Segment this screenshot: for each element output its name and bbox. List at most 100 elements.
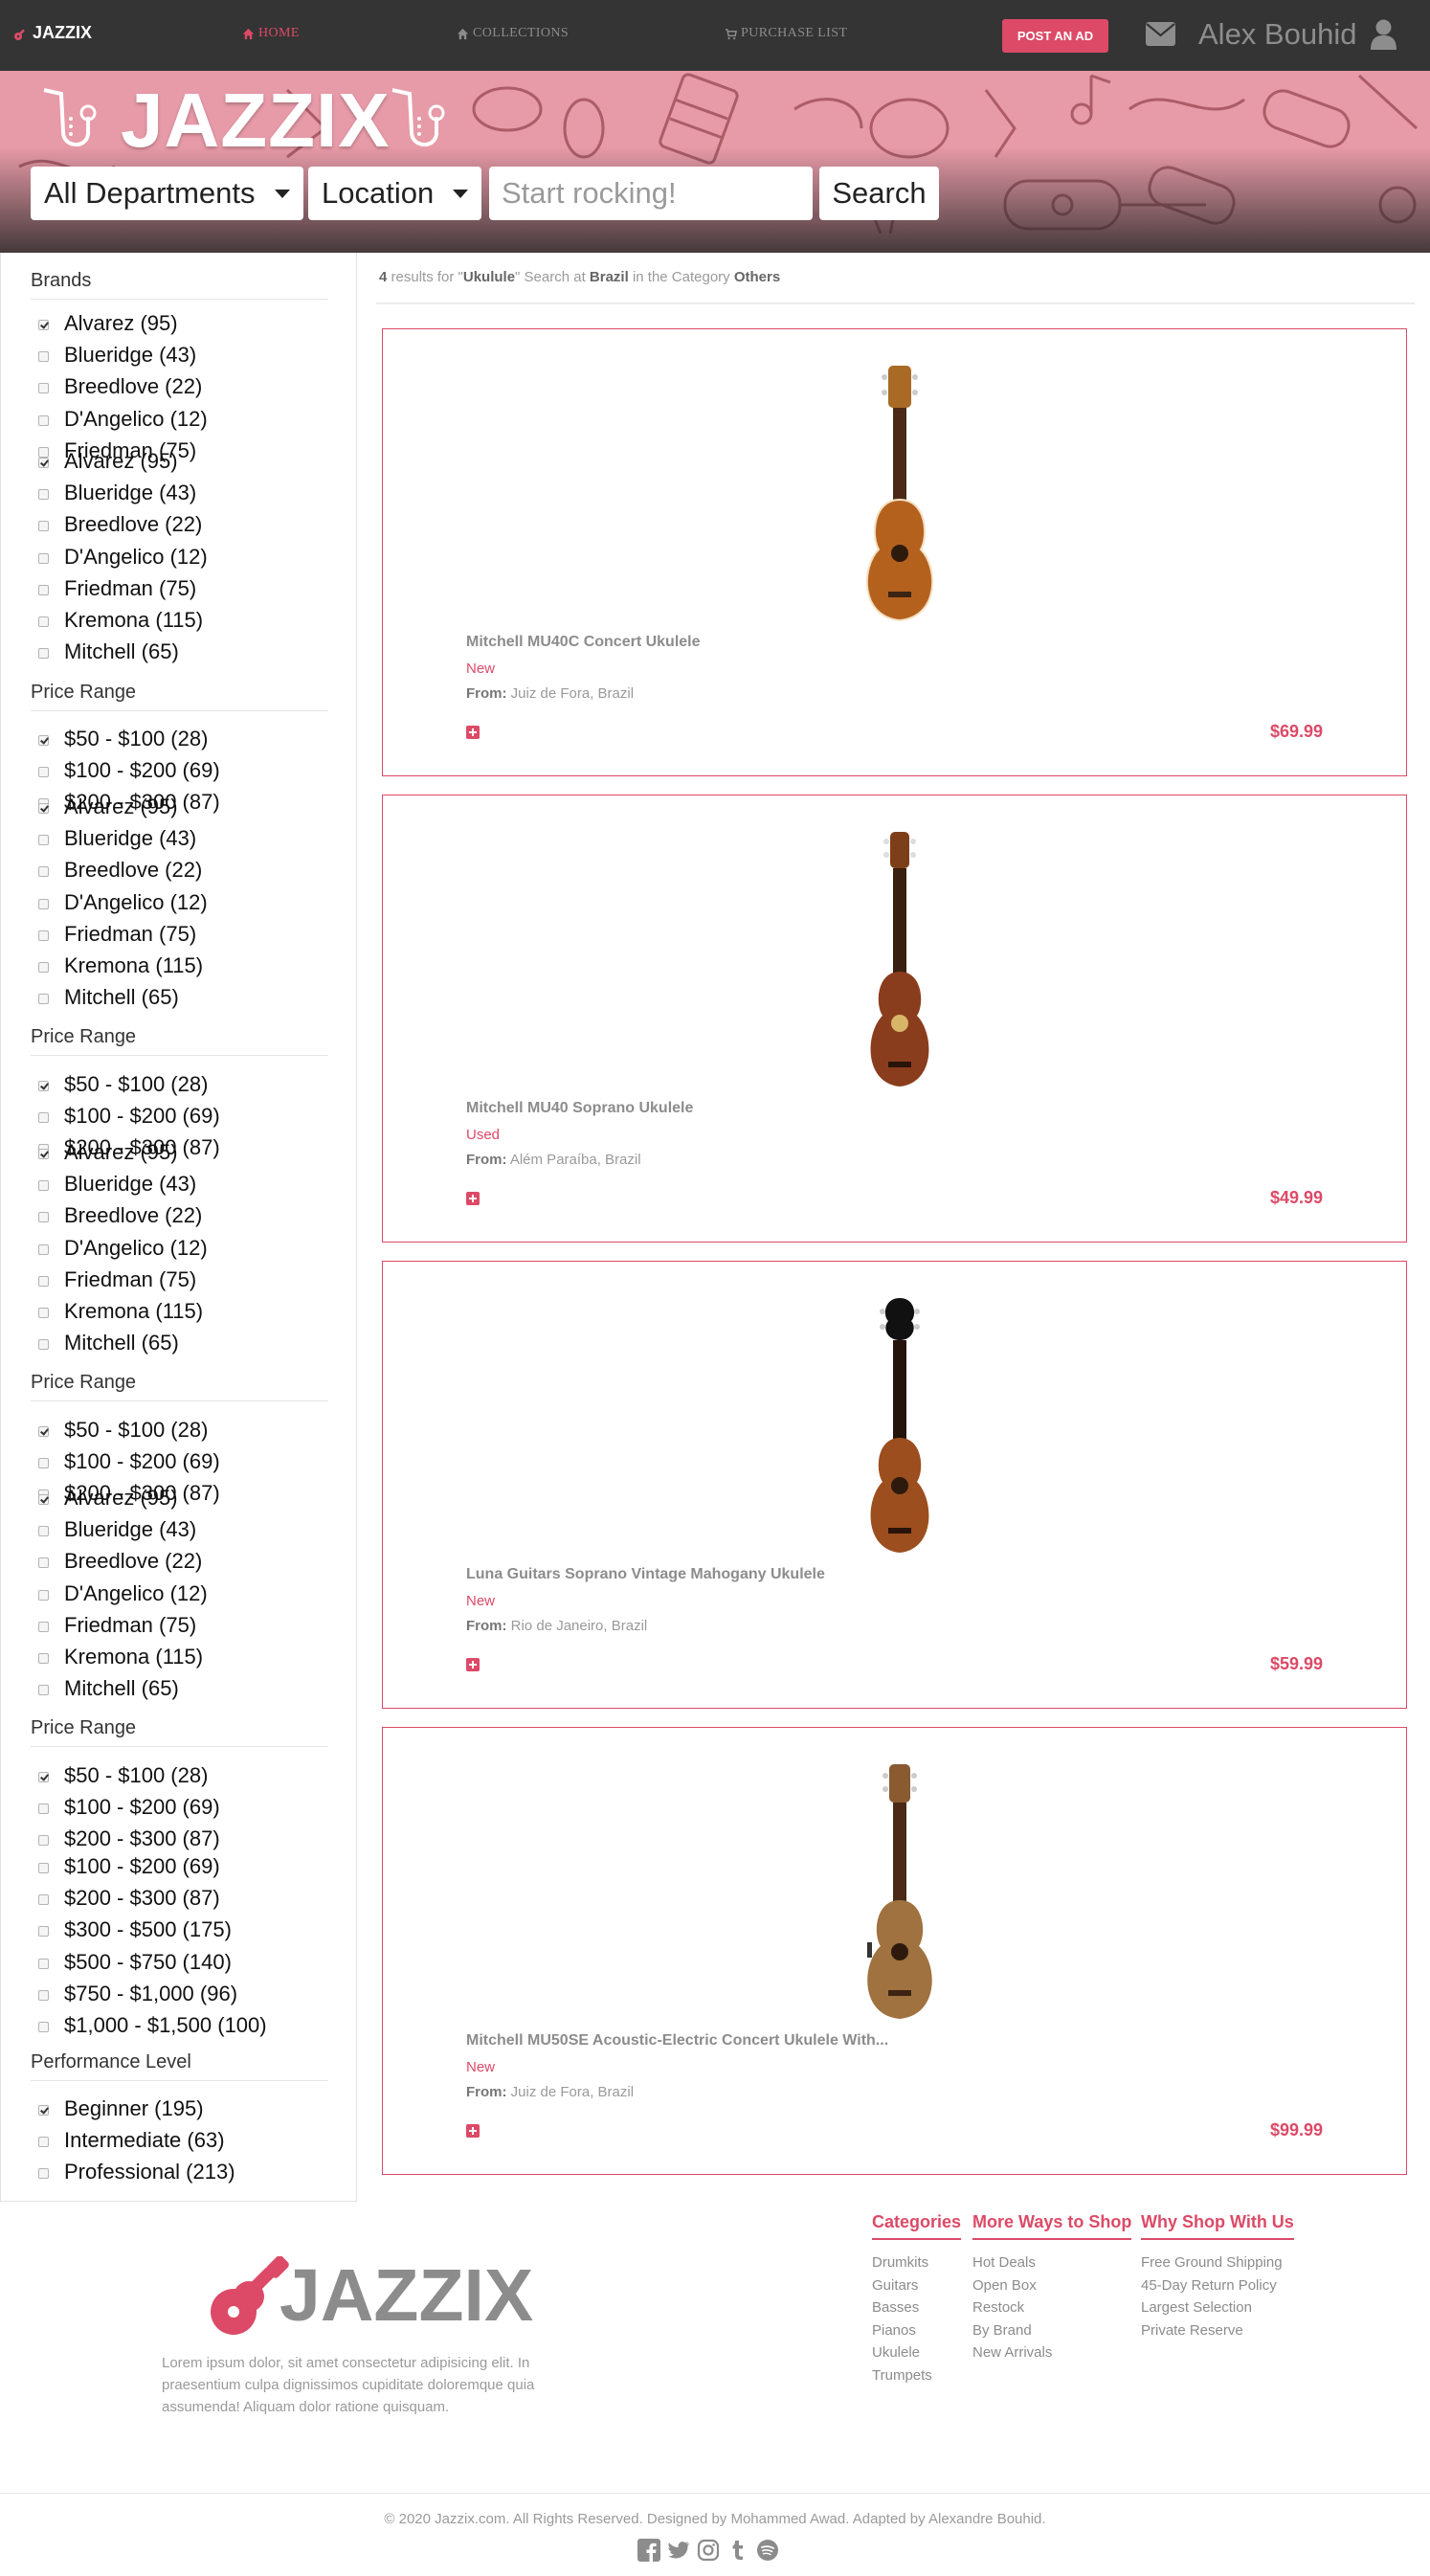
filter-checkbox[interactable]	[38, 1958, 49, 1969]
filter-checkbox[interactable]	[38, 2168, 49, 2180]
product-image[interactable]	[833, 366, 976, 643]
filter-checkbox[interactable]	[38, 803, 49, 814]
filter-option[interactable]: Alvarez (95)	[64, 795, 178, 819]
filter-checkbox[interactable]	[38, 1243, 49, 1255]
filter-option[interactable]: Blueridge (43)	[64, 1172, 196, 1197]
filter-option[interactable]: $750 - $1,000 (96)	[64, 1982, 237, 2006]
filter-checkbox[interactable]	[38, 2022, 49, 2032]
add-to-list-icon[interactable]	[466, 1658, 480, 1671]
filter-option[interactable]: Intermediate (63)	[64, 2128, 225, 2153]
filter-option[interactable]: $100 - $200 (69)	[64, 758, 220, 783]
footer-link[interactable]: Free Ground Shipping	[1141, 2251, 1294, 2274]
filter-option[interactable]: Breedlove (22)	[64, 858, 202, 883]
filter-checkbox[interactable]	[38, 2105, 49, 2116]
filter-option[interactable]: Alvarez (95)	[64, 1486, 178, 1511]
filter-option[interactable]: Friedman (75)	[64, 576, 196, 601]
filter-option[interactable]: Blueridge (43)	[64, 1517, 196, 1542]
filter-option[interactable]: Beginner (195)	[64, 2096, 204, 2121]
filter-option[interactable]: $100 - $200 (69)	[64, 1104, 220, 1129]
filter-option[interactable]: Kremona (115)	[64, 1299, 203, 1324]
department-dropdown[interactable]: All Departments	[31, 167, 303, 220]
filter-option[interactable]: $1,000 - $1,500 (100)	[64, 2013, 267, 2038]
filter-option[interactable]: Friedman (75)	[64, 1613, 196, 1638]
filter-option[interactable]: D'Angelico (12)	[64, 407, 208, 432]
filter-checkbox[interactable]	[38, 1149, 49, 1159]
filter-checkbox[interactable]	[38, 994, 49, 1005]
filter-option[interactable]: D'Angelico (12)	[64, 1581, 208, 1606]
filter-option[interactable]: Mitchell (65)	[64, 1676, 179, 1701]
filter-checkbox[interactable]	[38, 835, 49, 846]
nav-purchase-list[interactable]: PURCHASE LIST	[725, 26, 847, 41]
filter-option[interactable]: Blueridge (43)	[64, 826, 196, 851]
product-title[interactable]: Mitchell MU40 Soprano Ukulele	[466, 1100, 693, 1117]
filter-option[interactable]: D'Angelico (12)	[64, 545, 208, 570]
filter-checkbox[interactable]	[38, 489, 49, 501]
tumblr-icon[interactable]	[726, 2539, 749, 2562]
filter-checkbox[interactable]	[38, 1426, 49, 1437]
filter-checkbox[interactable]	[38, 1526, 49, 1537]
filter-option[interactable]: Blueridge (43)	[64, 481, 196, 505]
filter-checkbox[interactable]	[38, 1772, 49, 1782]
filter-option[interactable]: Mitchell (65)	[64, 639, 179, 664]
post-ad-button[interactable]: POST AN AD	[1002, 19, 1108, 53]
product-image[interactable]	[833, 1764, 976, 2042]
filter-checkbox[interactable]	[38, 1494, 49, 1505]
product-card[interactable]: Mitchell MU40C Concert Ukulele New From:…	[382, 328, 1407, 776]
filter-checkbox[interactable]	[38, 1589, 49, 1601]
nav-collections[interactable]: COLLECTIONS	[457, 26, 569, 41]
filter-option[interactable]: Breedlove (22)	[64, 1549, 202, 1574]
footer-link[interactable]: Largest Selection	[1141, 2296, 1294, 2319]
product-title[interactable]: Mitchell MU50SE Acoustic-Electric Concer…	[466, 2032, 888, 2050]
footer-link[interactable]: Pianos	[872, 2319, 961, 2342]
filter-option[interactable]: $50 - $100 (28)	[64, 1418, 208, 1443]
filter-checkbox[interactable]	[38, 2137, 49, 2148]
filter-checkbox[interactable]	[38, 1308, 49, 1318]
add-to-list-icon[interactable]	[466, 726, 480, 739]
filter-option[interactable]: $50 - $100 (28)	[64, 727, 208, 751]
filter-checkbox[interactable]	[38, 1989, 49, 2001]
filter-option[interactable]: $300 - $500 (175)	[64, 1917, 232, 1942]
filter-option[interactable]: D'Angelico (12)	[64, 1236, 208, 1261]
filter-checkbox[interactable]	[38, 1835, 49, 1847]
filter-option[interactable]: Breedlove (22)	[64, 374, 202, 399]
filter-checkbox[interactable]	[38, 1557, 49, 1569]
add-to-list-icon[interactable]	[466, 2124, 480, 2138]
filter-option[interactable]: Breedlove (22)	[64, 512, 202, 537]
footer-link[interactable]: Drumkits	[872, 2251, 961, 2274]
filter-option[interactable]: $100 - $200 (69)	[64, 1795, 220, 1820]
filter-option[interactable]: Kremona (115)	[64, 953, 203, 978]
filter-option[interactable]: Kremona (115)	[64, 1645, 203, 1669]
filter-checkbox[interactable]	[38, 1894, 49, 1906]
filter-option[interactable]: $50 - $100 (28)	[64, 1763, 208, 1788]
filter-checkbox[interactable]	[38, 962, 49, 973]
navbar-brand[interactable]: JAZZIX	[13, 23, 92, 43]
product-image[interactable]	[833, 1298, 976, 1576]
location-dropdown[interactable]: Location	[308, 167, 481, 220]
filter-option[interactable]: Mitchell (65)	[64, 985, 179, 1010]
product-title[interactable]: Luna Guitars Soprano Vintage Mahogany Uk…	[466, 1566, 825, 1583]
filter-checkbox[interactable]	[38, 1212, 49, 1223]
footer-link[interactable]: Private Reserve	[1141, 2319, 1294, 2342]
product-card[interactable]: Luna Guitars Soprano Vintage Mahogany Uk…	[382, 1261, 1407, 1709]
filter-checkbox[interactable]	[38, 521, 49, 532]
filter-option[interactable]: Professional (213)	[64, 2160, 235, 2184]
filter-checkbox[interactable]	[38, 1112, 49, 1124]
filter-checkbox[interactable]	[38, 866, 49, 878]
filter-option[interactable]: Friedman (75)	[64, 1267, 196, 1292]
filter-checkbox[interactable]	[38, 616, 49, 627]
facebook-icon[interactable]	[637, 2539, 660, 2562]
footer-link[interactable]: Guitars	[872, 2274, 961, 2297]
footer-link[interactable]: New Arrivals	[972, 2341, 1131, 2364]
filter-checkbox[interactable]	[38, 584, 49, 595]
filter-option[interactable]: $100 - $200 (69)	[64, 1449, 220, 1474]
filter-option[interactable]: $200 - $300 (87)	[64, 1886, 220, 1911]
footer-link[interactable]: 45-Day Return Policy	[1141, 2274, 1294, 2297]
search-input[interactable]	[489, 167, 813, 220]
filter-checkbox[interactable]	[38, 735, 49, 746]
filter-checkbox[interactable]	[38, 1685, 49, 1696]
nav-home[interactable]: HOME	[242, 26, 300, 41]
filter-checkbox[interactable]	[38, 930, 49, 941]
add-to-list-icon[interactable]	[466, 1192, 480, 1205]
search-button[interactable]: Search	[819, 167, 939, 220]
filter-checkbox[interactable]	[38, 1803, 49, 1815]
